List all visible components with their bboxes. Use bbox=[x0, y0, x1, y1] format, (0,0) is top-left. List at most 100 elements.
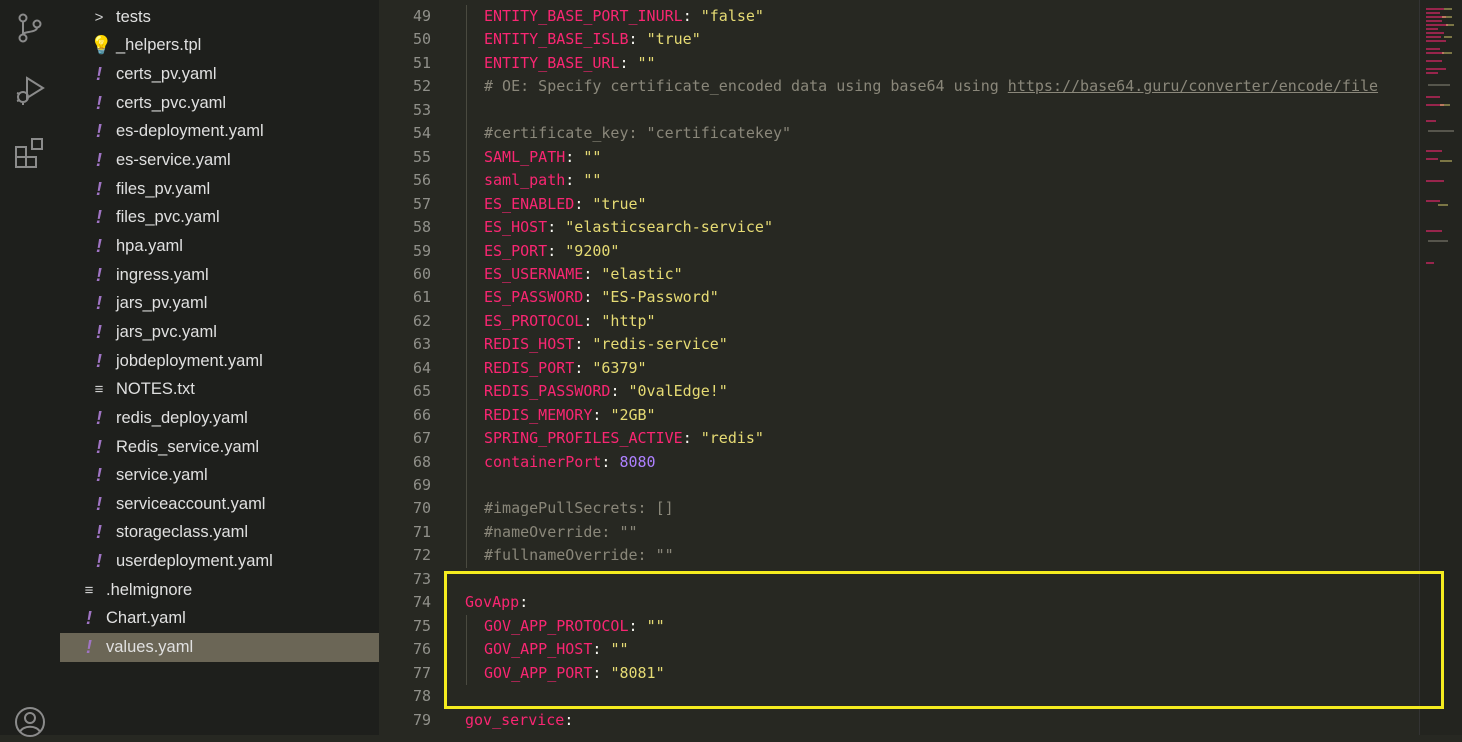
file-item[interactable]: ! es-deployment.yaml bbox=[60, 118, 379, 147]
file-item[interactable]: ! Chart.yaml bbox=[60, 605, 379, 634]
yaml-key: ES_PORT bbox=[484, 241, 548, 260]
file-item[interactable]: ! files_pvc.yaml bbox=[60, 204, 379, 233]
file-item[interactable]: ! certs_pv.yaml bbox=[60, 60, 379, 89]
punctuation: : bbox=[628, 30, 647, 49]
yaml-icon: ! bbox=[96, 493, 102, 514]
punctuation: : bbox=[583, 288, 602, 307]
code-line[interactable]: 55 SAML_PATH: "" bbox=[379, 146, 1419, 169]
punctuation: : bbox=[592, 405, 611, 424]
code-line[interactable]: 68 containerPort: 8080 bbox=[379, 451, 1419, 474]
code-text: ES_HOST: "elasticsearch-service" bbox=[484, 216, 773, 239]
code-line[interactable]: 53 bbox=[379, 99, 1419, 122]
file-item[interactable]: > tests bbox=[60, 3, 379, 32]
code-text: GovApp: bbox=[465, 591, 528, 614]
file-item[interactable]: ! hpa.yaml bbox=[60, 232, 379, 261]
code-line[interactable]: 78 bbox=[379, 685, 1419, 708]
code-line[interactable]: 70 #imagePullSecrets: [] bbox=[379, 497, 1419, 520]
extensions-icon[interactable] bbox=[10, 133, 50, 173]
file-item[interactable]: ! jobdeployment.yaml bbox=[60, 347, 379, 376]
line-number: 49 bbox=[412, 7, 431, 25]
file-item[interactable]: ! redis_deploy.yaml bbox=[60, 404, 379, 433]
file-label: Chart.yaml bbox=[106, 609, 186, 628]
yaml-key: containerPort bbox=[484, 452, 602, 471]
code-line[interactable]: 72 #fullnameOverride: "" bbox=[379, 544, 1419, 567]
code-line[interactable]: 58 ES_HOST: "elasticsearch-service" bbox=[379, 216, 1419, 239]
code-line[interactable]: 69 bbox=[379, 474, 1419, 497]
code-line[interactable]: 54 #certificate_key: "certificatekey" bbox=[379, 122, 1419, 145]
code-line[interactable]: 61 ES_PASSWORD: "ES-Password" bbox=[379, 286, 1419, 309]
file-label: jobdeployment.yaml bbox=[116, 351, 263, 370]
file-item[interactable]: 💡 _helpers.tpl bbox=[60, 32, 379, 61]
code-line[interactable]: 63 REDIS_HOST: "redis-service" bbox=[379, 333, 1419, 356]
code-editor[interactable]: 49 ENTITY_BASE_PORT_INURL: "false" 50 ENTIT… bbox=[379, 0, 1419, 735]
code-line[interactable]: 50 ENTITY_BASE_ISLB: "true" bbox=[379, 28, 1419, 51]
code-text: #certificate_key: "certificatekey" bbox=[484, 122, 791, 145]
file-label: ingress.yaml bbox=[116, 265, 209, 284]
yaml-string: "elastic" bbox=[601, 264, 683, 283]
code-line[interactable]: 59 ES_PORT: "9200" bbox=[379, 240, 1419, 263]
code-line[interactable]: 60 ES_USERNAME: "elastic" bbox=[379, 263, 1419, 286]
code-line[interactable]: 62 ES_PROTOCOL: "http" bbox=[379, 310, 1419, 333]
file-item[interactable]: ! service.yaml bbox=[60, 461, 379, 490]
code-line[interactable]: 52 # OE: Specify certificate_encoded data… bbox=[379, 75, 1419, 98]
code-text: # OE: Specify certificate_encoded data u… bbox=[484, 75, 1378, 98]
code-text: ES_PORT: "9200" bbox=[484, 240, 619, 263]
file-item[interactable]: ! certs_pvc.yaml bbox=[60, 89, 379, 118]
yaml-comment: #fullnameOverride: "" bbox=[484, 546, 674, 565]
file-item[interactable]: ! values.yaml bbox=[60, 633, 379, 662]
yaml-string: "true" bbox=[646, 30, 701, 49]
code-line[interactable]: 74 GovApp: bbox=[379, 591, 1419, 614]
yaml-string: "" bbox=[637, 53, 656, 72]
file-label: certs_pv.yaml bbox=[116, 65, 217, 84]
code-line[interactable]: 77 GOV_APP_PORT: "8081" bbox=[379, 662, 1419, 685]
punctuation: : bbox=[574, 194, 593, 213]
yaml-key: REDIS_PORT bbox=[484, 358, 575, 377]
minimap[interactable] bbox=[1419, 0, 1462, 735]
file-item[interactable]: ! jars_pv.yaml bbox=[60, 290, 379, 319]
file-item[interactable]: ! ingress.yaml bbox=[60, 261, 379, 290]
file-item[interactable]: ! Redis_service.yaml bbox=[60, 433, 379, 462]
code-line[interactable]: 71 #nameOverride: "" bbox=[379, 521, 1419, 544]
code-line[interactable]: 75 GOV_APP_PROTOCOL: "" bbox=[379, 615, 1419, 638]
code-line[interactable]: 66 REDIS_MEMORY: "2GB" bbox=[379, 404, 1419, 427]
file-explorer: > tests 💡 _helpers.tpl! certs_pv.yaml! certs_… bbox=[60, 0, 379, 735]
code-line[interactable]: 76 GOV_APP_HOST: "" bbox=[379, 638, 1419, 661]
file-item[interactable]: ≡ NOTES.txt bbox=[60, 375, 379, 404]
yaml-comment[interactable]: https://base64.guru/converter/encode/fil… bbox=[1008, 77, 1378, 95]
code-line[interactable]: 67 SPRING_PROFILES_ACTIVE: "redis" bbox=[379, 427, 1419, 450]
code-line[interactable]: 49 ENTITY_BASE_PORT_INURL: "false" bbox=[379, 5, 1419, 28]
file-item[interactable]: ! storageclass.yaml bbox=[60, 519, 379, 548]
code-line[interactable]: 64 REDIS_PORT: "6379" bbox=[379, 357, 1419, 380]
punctuation: : bbox=[682, 7, 701, 25]
file-label: es-service.yaml bbox=[116, 151, 231, 170]
code-line[interactable]: 73 bbox=[379, 568, 1419, 591]
file-item[interactable]: ! files_pv.yaml bbox=[60, 175, 379, 204]
code-text: GOV_APP_HOST: "" bbox=[484, 638, 629, 661]
yaml-string: "" bbox=[646, 616, 665, 635]
file-label: .helmignore bbox=[106, 580, 193, 599]
file-item[interactable]: ! es-service.yaml bbox=[60, 146, 379, 175]
source-control-icon[interactable] bbox=[10, 8, 50, 48]
file-label: userdeployment.yaml bbox=[116, 552, 273, 571]
code-line[interactable]: 51 ENTITY_BASE_URL: "" bbox=[379, 52, 1419, 75]
file-item[interactable]: ! serviceaccount.yaml bbox=[60, 490, 379, 519]
yaml-comment: #imagePullSecrets: [] bbox=[484, 499, 674, 518]
file-item[interactable]: ≡ .helmignore bbox=[60, 576, 379, 605]
code-line[interactable]: 65 REDIS_PASSWORD: "0valEdge!" bbox=[379, 380, 1419, 403]
line-number: 50 bbox=[412, 30, 431, 49]
yaml-icon: ! bbox=[96, 465, 102, 486]
yaml-string: "2GB" bbox=[610, 405, 656, 424]
code-line[interactable]: 56 saml_path: "" bbox=[379, 169, 1419, 192]
line-number: 79 bbox=[412, 710, 431, 729]
line-number: 69 bbox=[412, 476, 431, 494]
file-item[interactable]: ! userdeployment.yaml bbox=[60, 547, 379, 576]
yaml-key: REDIS_MEMORY bbox=[484, 405, 593, 424]
code-line[interactable]: 79 gov_service: bbox=[379, 709, 1419, 732]
line-number: 70 bbox=[412, 499, 431, 518]
line-number: 66 bbox=[412, 405, 431, 424]
account-icon[interactable] bbox=[10, 702, 50, 742]
run-debug-icon[interactable] bbox=[10, 70, 50, 110]
file-item[interactable]: ! jars_pvc.yaml bbox=[60, 318, 379, 347]
line-number: 67 bbox=[412, 429, 431, 448]
code-line[interactable]: 57 ES_ENABLED: "true" bbox=[379, 193, 1419, 216]
